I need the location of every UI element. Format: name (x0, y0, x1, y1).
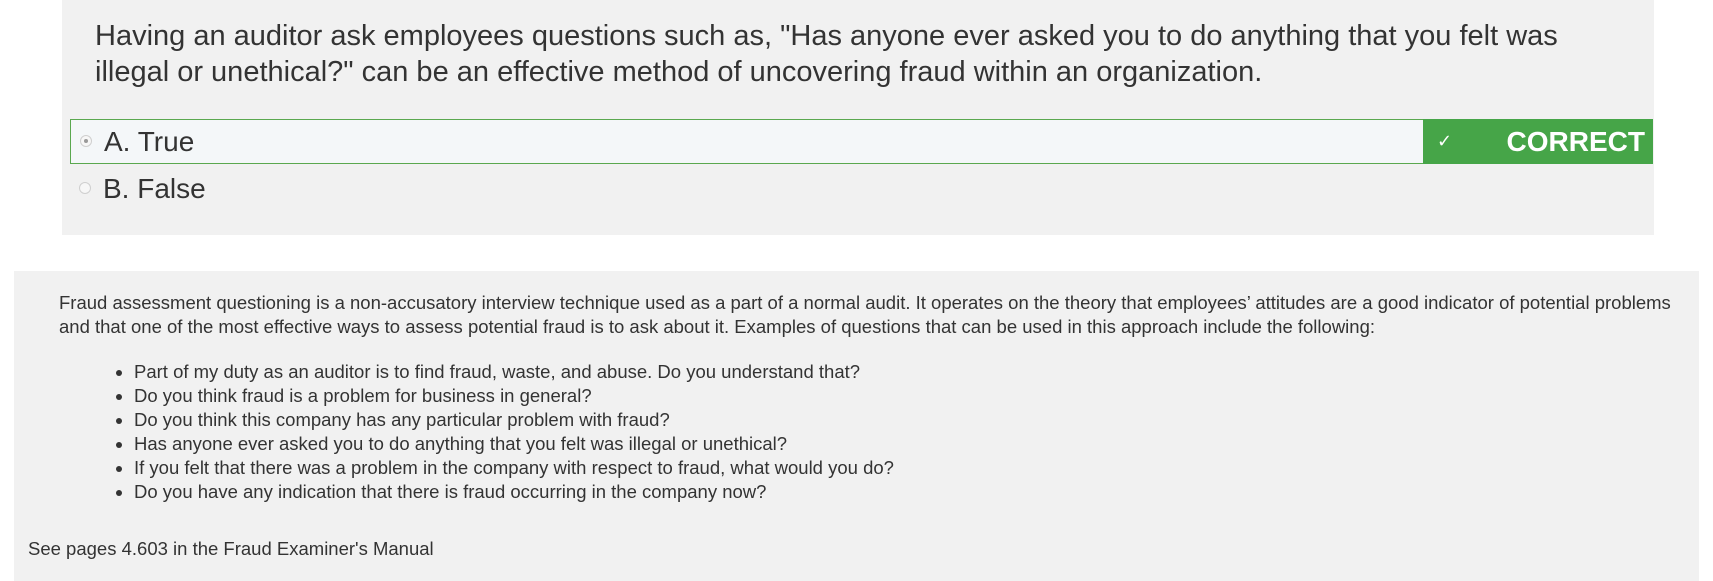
answer-option-b[interactable]: B. False (70, 167, 1652, 212)
list-item: Part of my duty as an auditor is to find… (134, 360, 894, 384)
radio-button-selected[interactable] (80, 135, 92, 147)
radio-button[interactable] (79, 182, 91, 194)
list-item: Has anyone ever asked you to do anything… (134, 432, 894, 456)
answer-label: A. True (104, 126, 195, 157)
answer-option-a[interactable]: A. True ✓ CORRECT (70, 119, 1653, 164)
example-questions-list: Part of my duty as an auditor is to find… (104, 360, 894, 504)
question-text: Having an auditor ask employees question… (95, 20, 1558, 88)
list-item: Do you think this company has any partic… (134, 408, 894, 432)
correct-label: CORRECT (1506, 126, 1645, 157)
check-icon: ✓ (1437, 131, 1453, 151)
list-item: Do you have any indication that there is… (134, 480, 894, 504)
correct-badge: ✓ CORRECT (1423, 119, 1653, 164)
manual-reference: See pages 4.603 in the Fraud Examiner's … (28, 538, 434, 559)
list-item: Do you think fraud is a problem for busi… (134, 384, 894, 408)
question-panel: Having an auditor ask employees question… (62, 0, 1654, 235)
explanation-intro: Fraud assessment questioning is a non-ac… (59, 292, 1671, 337)
explanation-panel: Fraud assessment questioning is a non-ac… (14, 271, 1699, 581)
answer-label: B. False (103, 173, 206, 204)
list-item: If you felt that there was a problem in … (134, 456, 894, 480)
